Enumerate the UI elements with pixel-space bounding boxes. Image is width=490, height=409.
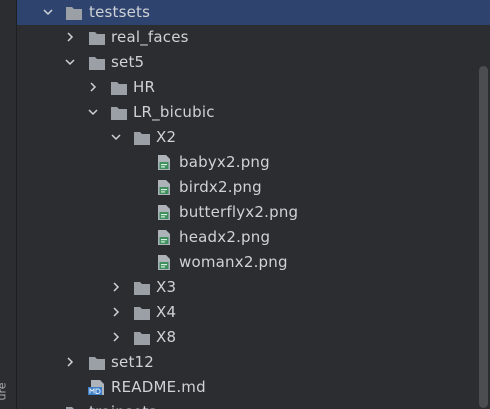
tree-label-set12: set12: [111, 353, 155, 371]
structure-tab-label[interactable]: ure: [0, 382, 9, 400]
tree-label-file: butterflyx2.png: [179, 203, 299, 221]
folder-icon: [133, 279, 151, 295]
tree-row-set12[interactable]: set12: [17, 350, 490, 375]
chevron-right-icon[interactable]: [108, 275, 124, 300]
tree-row-x2[interactable]: X2: [17, 125, 490, 150]
tree-label-x2: X2: [156, 128, 177, 146]
folder-icon: [88, 354, 106, 370]
tree-label-testsets: testsets: [89, 3, 151, 21]
tree-label-hr: HR: [133, 78, 156, 96]
tree-label-real-faces: real_faces: [111, 28, 189, 46]
tree-row-x4[interactable]: X4: [17, 300, 490, 325]
folder-icon: [133, 329, 151, 345]
folder-icon: [110, 104, 128, 120]
left-tool-strip: ure: [0, 0, 17, 409]
png-file-icon: [157, 179, 175, 195]
tree-row-real-faces[interactable]: real_faces: [17, 25, 490, 50]
tree-row-set5[interactable]: set5: [17, 50, 490, 75]
folder-icon: [133, 304, 151, 320]
tree-label-file: babyx2.png: [179, 153, 270, 171]
tree-label-x4: X4: [156, 303, 177, 321]
chevron-down-icon[interactable]: [62, 50, 78, 75]
tree-row-file[interactable]: babyx2.png: [17, 150, 490, 175]
chevron-down-icon[interactable]: [108, 125, 124, 150]
folder-icon: [88, 29, 106, 45]
folder-icon: [65, 404, 83, 409]
folder-icon: [65, 4, 83, 20]
markdown-file-icon: [88, 379, 106, 395]
tree-row-file[interactable]: birdx2.png: [17, 175, 490, 200]
tree-label-lr-bicubic: LR_bicubic: [133, 103, 215, 121]
tree-row-hr[interactable]: HR: [17, 75, 490, 100]
chevron-right-icon[interactable]: [62, 350, 78, 375]
tree-row-lr-bicubic[interactable]: LR_bicubic: [17, 100, 490, 125]
tree-row-readme[interactable]: README.md: [17, 375, 490, 400]
tree-row-x3[interactable]: X3: [17, 275, 490, 300]
vertical-scrollbar[interactable]: [479, 66, 488, 408]
tree-label-x3: X3: [156, 278, 177, 296]
folder-icon: [110, 79, 128, 95]
folder-icon: [88, 54, 106, 70]
project-tree: testsets real_faces set5 HR LR_bicubic X…: [17, 0, 490, 409]
chevron-down-icon[interactable]: [85, 100, 101, 125]
folder-icon: [133, 129, 151, 145]
chevron-right-icon[interactable]: [85, 75, 101, 100]
tree-label-x8: X8: [156, 328, 177, 346]
tree-row-file[interactable]: butterflyx2.png: [17, 200, 490, 225]
tree-label-set5: set5: [111, 53, 145, 71]
chevron-right-icon[interactable]: [108, 325, 124, 350]
tree-label-trainsets: trainsets: [89, 400, 156, 409]
chevron-down-icon[interactable]: [40, 0, 56, 25]
png-file-icon: [157, 254, 175, 270]
png-file-icon: [157, 229, 175, 245]
tree-row-file[interactable]: headx2.png: [17, 225, 490, 250]
tree-label-file: womanx2.png: [179, 253, 288, 271]
tree-row-file[interactable]: womanx2.png: [17, 250, 490, 275]
tree-row-x8[interactable]: X8: [17, 325, 490, 350]
tree-row-trainsets[interactable]: trainsets: [17, 400, 490, 409]
chevron-right-icon[interactable]: [62, 25, 78, 50]
tree-row-testsets[interactable]: testsets: [17, 0, 490, 25]
png-file-icon: [157, 204, 175, 220]
tree-label-file: headx2.png: [179, 228, 271, 246]
chevron-right-icon[interactable]: [108, 300, 124, 325]
tree-label-readme: README.md: [111, 378, 206, 396]
tree-label-file: birdx2.png: [179, 178, 262, 196]
png-file-icon: [157, 154, 175, 170]
